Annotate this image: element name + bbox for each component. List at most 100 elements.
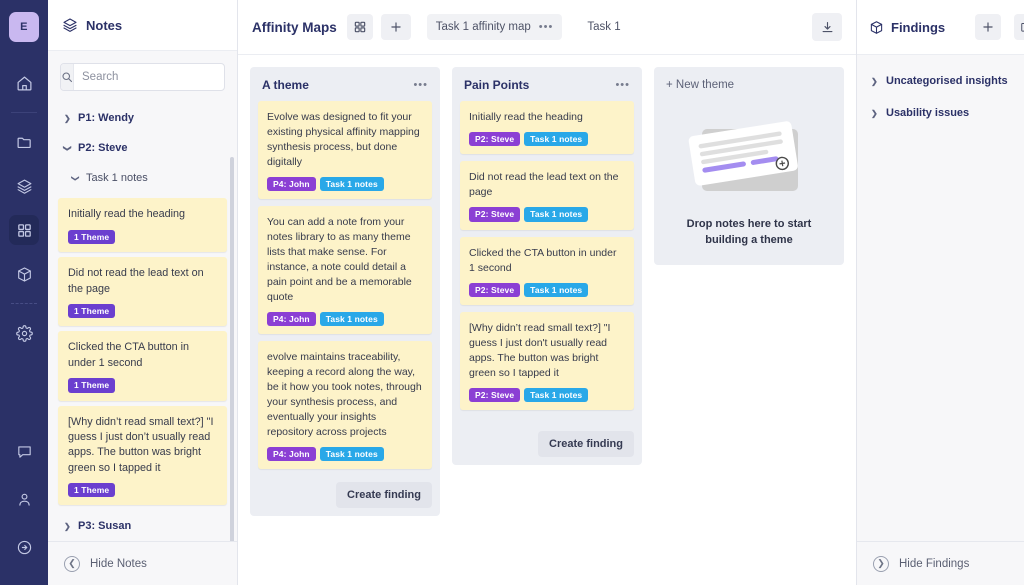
theme-note[interactable]: Initially read the heading P2: Steve Tas… (460, 101, 634, 155)
rail-icon-list (0, 58, 48, 355)
note-tags: P2: Steve Task 1 notes (469, 387, 625, 403)
finding-group-label: Usability issues (886, 107, 970, 119)
arrow-right-circle-icon: ❯ (873, 555, 889, 572)
layers-icon[interactable] (9, 171, 39, 201)
list-item[interactable]: Did not read the lead text on the page 1… (58, 257, 227, 327)
download-icon[interactable] (812, 13, 842, 41)
chevron-right-icon: ❯ (871, 108, 878, 118)
home-icon[interactable] (9, 68, 39, 98)
rail-divider (11, 112, 37, 113)
chevron-right-icon: ❯ (64, 521, 71, 531)
task-badge[interactable]: Task 1 notes (319, 311, 384, 327)
hide-notes-button[interactable]: ❮ Hide Notes (48, 541, 237, 585)
chevron-down-icon: ❯ (71, 174, 80, 182)
task-badge[interactable]: Task 1 notes (524, 282, 589, 298)
theme-note[interactable]: Clicked the CTA button in under 1 second… (460, 236, 634, 306)
new-theme-label[interactable]: + New theme (664, 79, 834, 97)
ellipsis-icon[interactable]: ••• (413, 80, 428, 91)
search-input[interactable] (74, 64, 224, 91)
create-finding-button[interactable]: Create finding (336, 482, 432, 508)
finding-group-usability-issues[interactable]: ❯ Usability issues (857, 97, 1024, 129)
list-item[interactable]: Clicked the CTA button in under 1 second… (58, 331, 227, 401)
notes-panel: Notes ❯ P1: Wendy ❯ P2: Steve ❯ Task 1 n… (48, 0, 238, 585)
create-finding-button[interactable]: Create finding (538, 431, 634, 458)
add-map-button[interactable] (380, 14, 411, 40)
status-badge[interactable]: 1 Theme (68, 303, 116, 319)
rail-divider-dashed (11, 303, 37, 304)
chat-icon[interactable] (9, 436, 39, 466)
participant-badge[interactable]: P4: John (267, 176, 316, 192)
grid-icon[interactable] (9, 215, 39, 245)
notes-panel-title: Notes (86, 17, 123, 33)
list-item[interactable]: Initially read the heading 1 Theme (58, 198, 227, 253)
column-header: Pain Points ••• (460, 75, 634, 101)
gear-icon[interactable] (9, 318, 39, 348)
note-tags: 1 Theme (68, 303, 217, 319)
column-footer: Create finding (460, 417, 634, 458)
tab-task-1[interactable]: Task 1 (578, 14, 629, 40)
board: A theme ••• Evolve was designed to fit y… (238, 55, 856, 585)
new-finding-folder-button[interactable] (1014, 14, 1024, 40)
hide-notes-label: Hide Notes (90, 557, 147, 570)
note-tags: P4: John Task 1 notes (267, 446, 423, 461)
tree-item-label: P3: Susan (78, 520, 132, 533)
participant-badge[interactable]: P4: John (267, 311, 316, 327)
notes-search-wrapper (48, 51, 237, 97)
task-badge[interactable]: Task 1 notes (319, 176, 384, 192)
grid-view-button[interactable] (346, 14, 373, 40)
participant-badge[interactable]: P2: Steve (469, 207, 521, 222)
task-badge[interactable]: Task 1 notes (524, 387, 589, 403)
chevron-right-icon: ❯ (64, 113, 71, 123)
dropzone-caption: Drop notes here to start building a them… (686, 218, 812, 246)
tab-label: Task 1 affinity map (435, 21, 531, 33)
affinity-canvas: Affinity Maps Task 1 affinity map ••• Ta… (238, 0, 856, 585)
participant-badge[interactable]: P2: Steve (469, 131, 521, 147)
status-badge[interactable]: 1 Theme (68, 229, 116, 245)
note-tags: P2: Steve Task 1 notes (469, 207, 625, 222)
new-theme-dropzone[interactable]: + New theme Drop notes here to start bui… (654, 67, 844, 265)
tree-item-p2[interactable]: ❯ P2: Steve (48, 133, 237, 163)
theme-note[interactable]: [Why didn’t read small text?] "I guess I… (460, 312, 634, 411)
ellipsis-icon[interactable]: ••• (615, 80, 630, 91)
findings-panel: Findings ❯ Uncategorised insights ❯ Usab… (856, 0, 1024, 585)
participant-badge[interactable]: P2: Steve (469, 387, 521, 403)
tree-item-p3[interactable]: ❯ P3: Susan (48, 511, 237, 541)
findings-title: Findings (891, 19, 946, 35)
note-text: Evolve was designed to fit your existing… (267, 111, 420, 168)
add-finding-button[interactable] (975, 14, 1001, 40)
task-badge[interactable]: Task 1 notes (319, 446, 384, 461)
participant-badge[interactable]: P2: Steve (469, 282, 521, 298)
participant-badge[interactable]: P4: John (267, 446, 316, 461)
tree-item-label: Task 1 notes (86, 172, 148, 185)
theme-note[interactable]: Did not read the lead text on the page P… (460, 161, 634, 230)
note-text: Clicked the CTA button in under 1 second (68, 341, 190, 369)
theme-note[interactable]: You can add a note from your notes libra… (258, 206, 432, 335)
theme-note[interactable]: evolve maintains traceability, keeping a… (258, 341, 432, 469)
task-badge[interactable]: Task 1 notes (524, 207, 589, 222)
note-text: [Why didn’t read small text?] "I guess I… (469, 322, 611, 379)
person-icon[interactable] (9, 484, 39, 514)
status-badge[interactable]: 1 Theme (68, 378, 116, 393)
hide-findings-button[interactable]: ❯ Hide Findings (857, 541, 1024, 585)
finding-group-uncategorised-insights[interactable]: ❯ Uncategorised insights (857, 65, 1024, 97)
search-icon (61, 64, 74, 91)
note-tags: P4: John Task 1 notes (267, 176, 423, 192)
search-box[interactable] (60, 63, 225, 92)
ellipsis-icon[interactable]: ••• (539, 22, 554, 33)
rail-bottom-icons (9, 427, 39, 571)
tree-item-p1[interactable]: ❯ P1: Wendy (48, 103, 237, 133)
tab-task-1-affinity-map[interactable]: Task 1 affinity map ••• (426, 14, 563, 40)
tree-item-task1-notes[interactable]: ❯ Task 1 notes (48, 163, 237, 193)
note-tags: P2: Steve Task 1 notes (469, 131, 625, 147)
note-text: [Why didn’t read small text?] "I guess I… (68, 415, 214, 474)
list-item[interactable]: [Why didn’t read small text?] "I guess I… (58, 405, 227, 506)
folder-icon[interactable] (9, 127, 39, 157)
cube-icon[interactable] (9, 259, 39, 289)
avatar[interactable]: E (9, 12, 39, 42)
notes-panel-header: Notes (48, 0, 237, 52)
arrow-right-circle-icon[interactable] (9, 532, 39, 562)
status-badge[interactable]: 1 Theme (68, 482, 116, 498)
notes-scrollbar[interactable] (230, 157, 234, 541)
task-badge[interactable]: Task 1 notes (524, 131, 589, 147)
theme-note[interactable]: Evolve was designed to fit your existing… (258, 101, 432, 200)
